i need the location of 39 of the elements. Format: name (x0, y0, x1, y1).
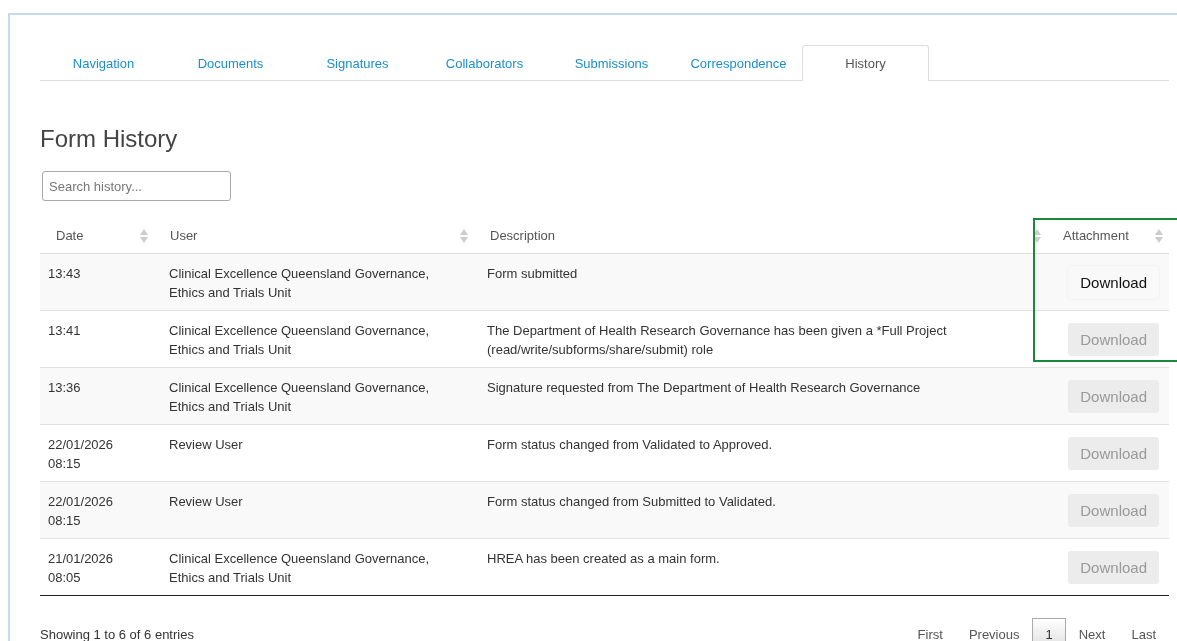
tab[interactable]: Collaborators (421, 45, 548, 80)
sort-icon[interactable] (1033, 229, 1041, 243)
user-cell: Review User (154, 481, 474, 539)
description-cell: Form submitted (474, 253, 1047, 311)
page-link[interactable]: First (904, 618, 956, 641)
date-cell: 13:43 (40, 253, 154, 311)
description-cell: Signature requested from The Department of Health Research Governance (474, 367, 1047, 425)
tab[interactable]: Navigation (40, 45, 167, 80)
column-header[interactable]: Attachment (1047, 217, 1169, 254)
download-button[interactable]: Download (1068, 265, 1159, 299)
page-title: Form History (40, 125, 179, 153)
user-cell: Clinical Excellence Queensland Governance, Ethics and Trials Unit (154, 310, 474, 368)
column-header[interactable]: Date (40, 217, 154, 254)
tab[interactable]: History (802, 45, 929, 81)
page-link[interactable]: Last (1118, 618, 1169, 641)
page-link[interactable]: 1 (1032, 618, 1066, 641)
description-cell: HREA has been created as a main form. (474, 538, 1047, 596)
search-field[interactable]: Search history... (42, 171, 231, 201)
entries-info: Showing 1 to 6 of 6 entries (40, 627, 194, 641)
tab[interactable]: Submissions (548, 45, 675, 80)
description-cell: Form status changed from Validated to Approved. (474, 424, 1047, 482)
tab[interactable]: Documents (167, 45, 294, 80)
date-cell: 13:41 (40, 310, 154, 368)
date-cell: 21/01/2026 08:05 (40, 538, 154, 596)
date-cell: 22/01/2026 08:15 (40, 481, 154, 539)
user-cell: Clinical Excellence Queensland Governance, Ethics and Trials Unit (154, 367, 474, 425)
page-link[interactable]: Next (1065, 618, 1119, 641)
column-header[interactable]: User (154, 217, 474, 254)
user-cell: Review User (154, 424, 474, 482)
date-cell: 22/01/2026 08:15 (40, 424, 154, 482)
user-cell: Clinical Excellence Queensland Governance, Ethics and Trials Unit (154, 253, 474, 311)
tab[interactable]: Signatures (294, 45, 421, 80)
user-cell: Clinical Excellence Queensland Governance, Ethics and Trials Unit (154, 538, 474, 596)
tab[interactable]: Correspondence (675, 45, 802, 80)
column-header[interactable]: Description (474, 217, 1047, 254)
page-link[interactable]: Previous (955, 618, 1033, 641)
date-cell: 13:36 (40, 367, 154, 425)
description-cell: The Department of Health Research Governance has been given a *Full Project (read/write/subforms/share/submit) role (474, 310, 1047, 368)
description-cell: Form status changed from Submitted to Validated. (474, 481, 1047, 539)
